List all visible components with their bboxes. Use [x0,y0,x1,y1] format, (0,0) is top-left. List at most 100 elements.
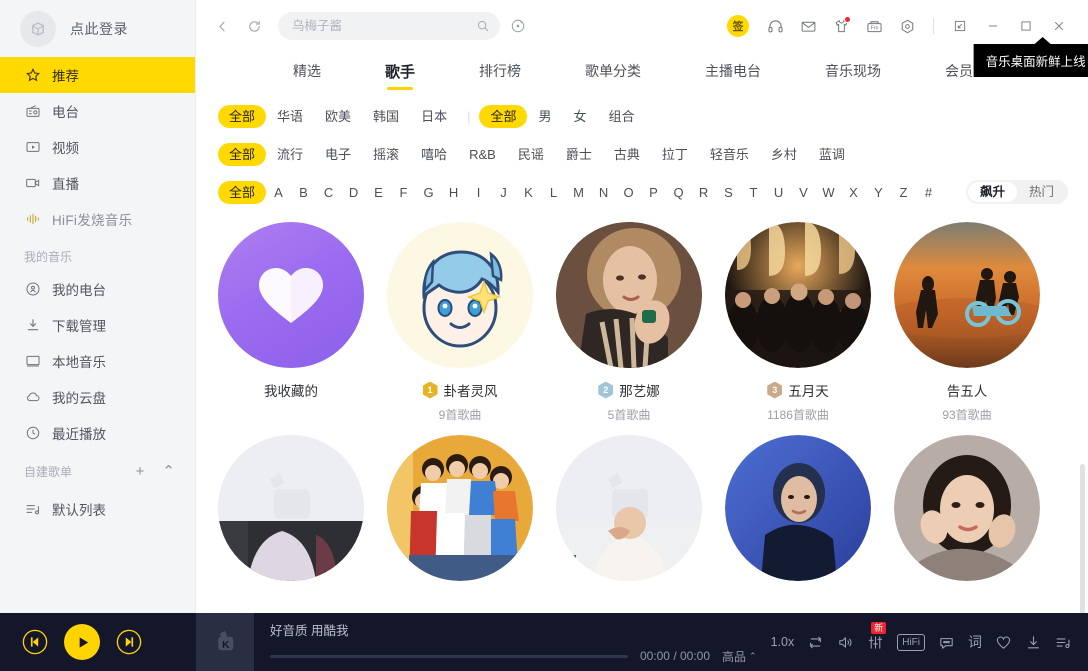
artist-card[interactable] [218,435,364,581]
login-row[interactable]: 点此登录 [0,0,195,57]
play-icon[interactable] [64,624,100,660]
filter-gender-female[interactable]: 女 [563,105,598,128]
filter-genre-rnb[interactable]: R&B [458,143,507,166]
back-button[interactable] [208,12,236,40]
progress-bar[interactable] [270,654,628,658]
artist-card[interactable] [387,435,533,581]
tab-artists[interactable]: 歌手 [353,52,447,90]
lyrics-icon[interactable]: 词 [968,632,982,652]
artist-card[interactable] [894,435,1040,581]
tab-featured[interactable]: 精选 [261,52,353,90]
filter-region-western[interactable]: 欧美 [314,105,362,128]
filter-alpha-k[interactable]: K [516,185,541,200]
tab-live-music[interactable]: 音乐现场 [793,52,913,90]
minimize-icon[interactable] [978,11,1008,41]
sidebar-item-live[interactable]: 直播 [0,165,195,201]
filter-alpha-c[interactable]: C [316,185,341,200]
comment-icon[interactable] [938,634,955,651]
artist-card[interactable]: 2 那艺娜 5首歌曲 [556,222,702,423]
filter-alpha-s[interactable]: S [716,185,741,200]
artist-card[interactable]: 告五人 93首歌曲 [894,222,1040,423]
tab-host-radio[interactable]: 主播电台 [673,52,793,90]
sidebar-item-video[interactable]: 视频 [0,129,195,165]
filter-alpha-y[interactable]: Y [866,185,891,200]
search-box[interactable] [278,12,500,40]
filter-alpha-all[interactable]: 全部 [218,180,267,204]
filter-genre-classical[interactable]: 古典 [603,143,651,166]
artist-card[interactable]: 我收藏的 [218,222,364,423]
discover-icon[interactable] [504,12,532,40]
filter-genre-folk[interactable]: 民谣 [507,143,555,166]
filter-alpha-p[interactable]: P [641,185,666,200]
sidebar-item-local-music[interactable]: 本地音乐 [0,343,195,379]
search-input[interactable] [292,19,476,33]
add-playlist-button[interactable]: + [136,464,145,479]
sidebar-item-radio[interactable]: 电台 [0,93,195,129]
sidebar-item-cloud[interactable]: 我的云盘 [0,379,195,415]
filter-alpha-a[interactable]: A [266,185,291,200]
sidebar-item-recommend[interactable]: 推荐 [0,57,195,93]
tab-charts[interactable]: 排行榜 [447,52,553,90]
filter-genre-country[interactable]: 乡村 [760,143,808,166]
filter-alpha-q[interactable]: Q [666,185,691,200]
filter-gender-male[interactable]: 男 [527,105,562,128]
playback-speed-button[interactable]: 1.0x [771,635,795,649]
filter-alpha-b[interactable]: B [291,185,316,200]
filter-alpha-z[interactable]: Z [891,185,916,200]
filter-genre-pop[interactable]: 流行 [266,143,314,166]
sidebar-item-my-radio[interactable]: 我的电台 [0,271,195,307]
filter-gender-all[interactable]: 全部 [479,104,528,128]
filter-genre-latin[interactable]: 拉丁 [651,143,699,166]
sort-hot-button[interactable]: 热门 [1017,182,1066,203]
previous-icon[interactable] [22,629,48,655]
filter-alpha-hash[interactable]: # [916,185,941,200]
volume-icon[interactable] [837,634,854,651]
filter-region-japanese[interactable]: 日本 [410,105,458,128]
filter-alpha-r[interactable]: R [691,185,716,200]
filter-alpha-o[interactable]: O [616,185,641,200]
filter-alpha-t[interactable]: T [741,185,766,200]
filter-alpha-n[interactable]: N [591,185,616,200]
filter-gender-group[interactable]: 组合 [598,105,646,128]
filter-genre-hiphop[interactable]: 嘻哈 [410,143,458,166]
hifi-icon[interactable]: HiFi [897,633,925,651]
sort-rising-button[interactable]: 飙升 [967,181,1017,203]
equalizer-icon[interactable]: 新 [867,621,887,651]
settings-icon[interactable] [892,11,922,41]
filter-genre-blues[interactable]: 蓝调 [808,143,856,166]
filter-genre-light[interactable]: 轻音乐 [699,143,760,166]
filter-genre-all[interactable]: 全部 [218,142,267,166]
quality-selector[interactable]: 高品 ⌃ [722,648,757,665]
filter-alpha-e[interactable]: E [366,185,391,200]
filter-genre-jazz[interactable]: 爵士 [555,143,603,166]
filter-alpha-w[interactable]: W [816,185,841,200]
album-cover[interactable]: K [196,613,254,671]
favorite-icon[interactable] [995,634,1012,651]
sidebar-item-download[interactable]: 下载管理 [0,307,195,343]
filter-alpha-d[interactable]: D [341,185,366,200]
filter-alpha-u[interactable]: U [766,185,791,200]
filter-region-chinese[interactable]: 华语 [266,105,314,128]
filter-genre-rock[interactable]: 摇滚 [362,143,410,166]
refresh-button[interactable] [240,12,268,40]
collapse-playlist-button[interactable]: ⌃ [162,464,175,479]
artist-card[interactable] [725,435,871,581]
filter-alpha-v[interactable]: V [791,185,816,200]
next-icon[interactable] [116,629,142,655]
filter-alpha-f[interactable]: F [391,185,416,200]
sidebar-item-recent[interactable]: 最近播放 [0,415,195,451]
artist-card[interactable]: 1 卦者灵风 9首歌曲 [387,222,533,423]
filter-genre-electronic[interactable]: 电子 [314,143,362,166]
sidebar-item-default-playlist[interactable]: 默认列表 [0,491,195,527]
tab-playlist-category[interactable]: 歌单分类 [553,52,673,90]
vertical-scrollbar[interactable] [1080,464,1085,613]
sidebar-item-hifi[interactable]: HiFi发烧音乐 [0,201,195,237]
mail-icon[interactable] [793,11,823,41]
filter-alpha-j[interactable]: J [491,185,516,200]
filter-region-all[interactable]: 全部 [218,104,267,128]
playlist-queue-icon[interactable] [1055,634,1072,651]
fm-icon[interactable]: Fm [859,11,889,41]
repeat-icon[interactable] [807,634,824,651]
filter-alpha-i[interactable]: I [466,185,491,200]
filter-alpha-l[interactable]: L [541,185,566,200]
